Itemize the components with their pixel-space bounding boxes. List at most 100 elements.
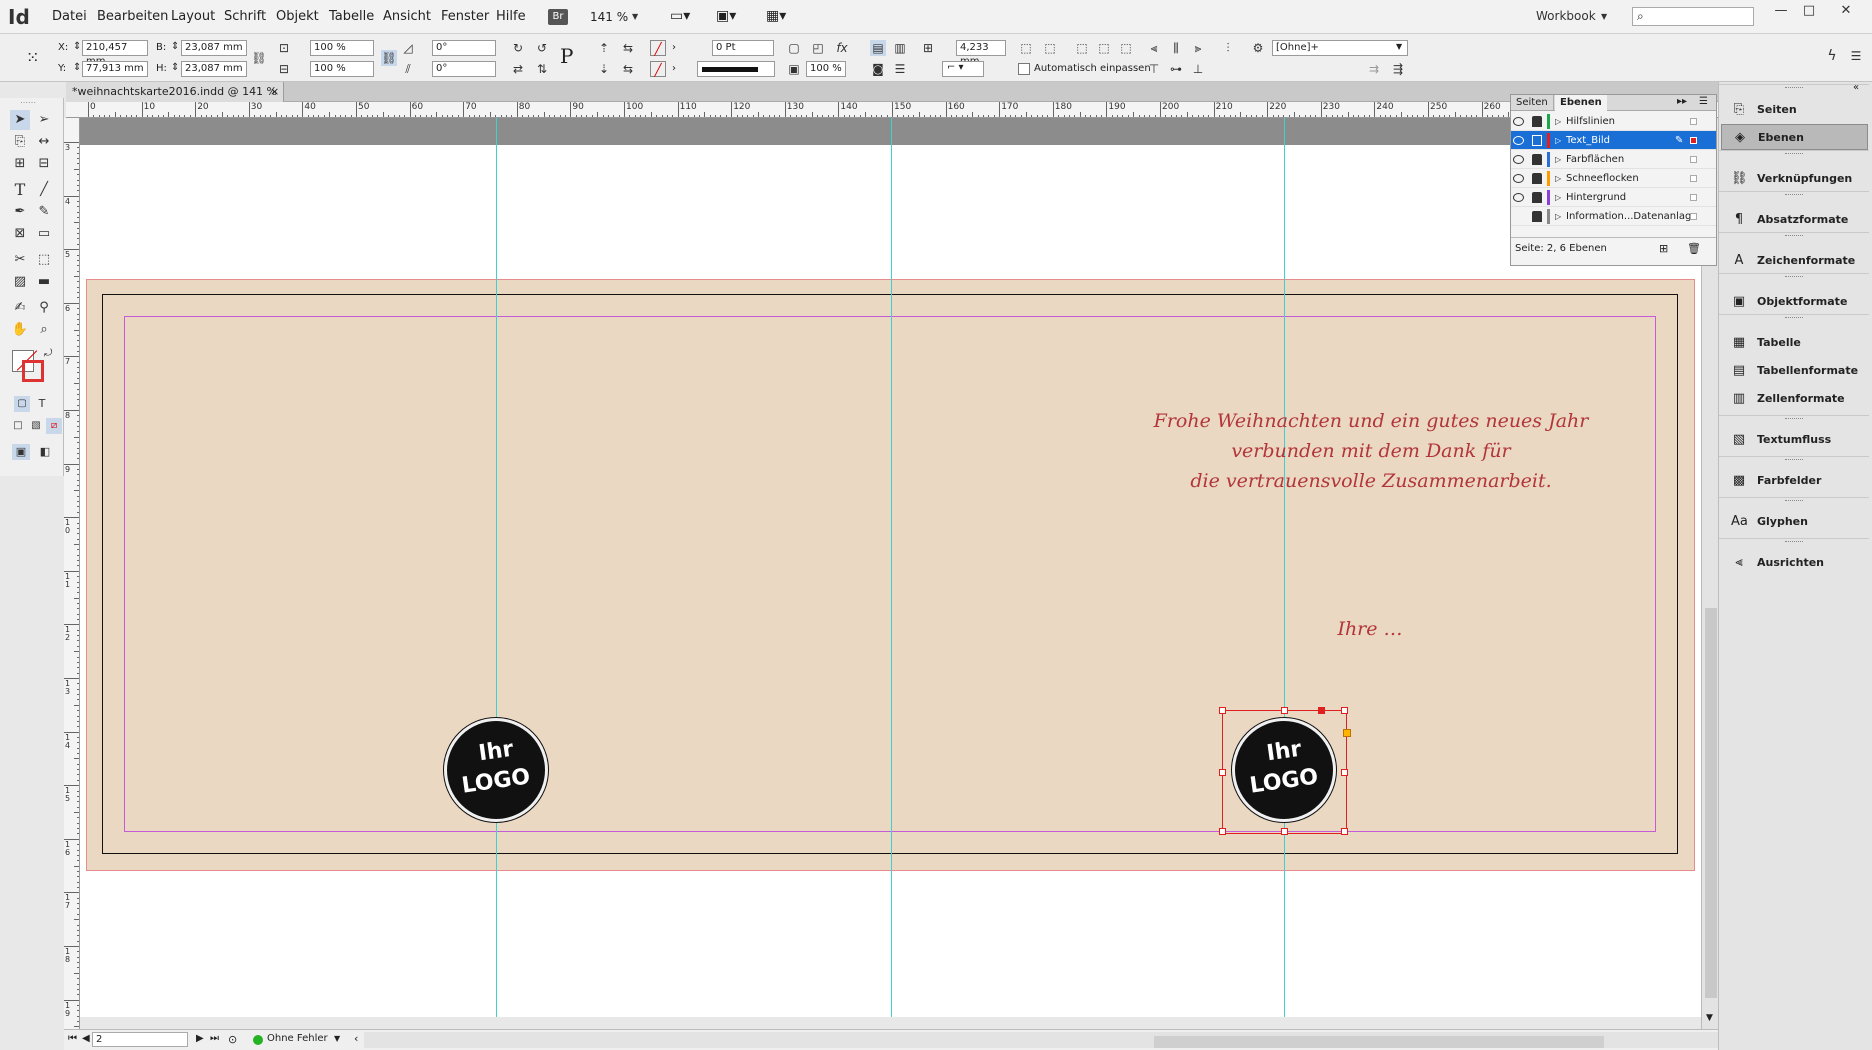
object-style-select[interactable]: [Ohne]+	[1272, 40, 1408, 56]
preflight-icon[interactable]: ⊙	[228, 1033, 237, 1046]
view-options-icon[interactable]: ▭▾	[670, 8, 690, 24]
formatting-container-icon[interactable]: ▢	[14, 396, 30, 412]
layer-row[interactable]: ▷ Schneeflocken	[1511, 169, 1716, 188]
layer-selection-indicator[interactable]	[1690, 175, 1697, 182]
x-field[interactable]: 210,457 mm	[82, 40, 148, 67]
layer-selection-indicator[interactable]	[1690, 213, 1697, 220]
stroke-swatch-icon[interactable]: ╱	[650, 61, 666, 77]
drop-shadow-icon[interactable]: ▢	[786, 40, 802, 56]
text-wrap-jump-icon[interactable]: ☰	[892, 61, 908, 77]
select-previous-icon[interactable]: ⇆	[620, 40, 636, 56]
panel-group-grip[interactable]	[1719, 84, 1869, 90]
reference-point-icon[interactable]: ⁙	[26, 48, 39, 67]
resize-handle[interactable]	[1219, 707, 1226, 714]
opacity-field[interactable]: 100 %	[806, 61, 846, 77]
align-right-icon[interactable]: ⫸	[1190, 40, 1206, 56]
link-scale-icon[interactable]: ⛓	[381, 50, 397, 66]
align-left-icon[interactable]: ⫷	[1146, 40, 1162, 56]
rotate-cw-icon[interactable]: ↻	[510, 40, 526, 56]
page-number-field[interactable]: 2	[92, 1032, 188, 1047]
fit-frame-icon[interactable]: ⬚	[1042, 40, 1058, 56]
workspace-switcher[interactable]: Workbook	[1536, 9, 1596, 23]
horizontal-scrollbar[interactable]	[364, 1032, 1734, 1048]
last-page-icon[interactable]: ⏭	[210, 1033, 219, 1044]
align-middle-icon[interactable]: ⊶	[1168, 61, 1184, 77]
paragraph-icon[interactable]: P	[560, 44, 573, 68]
menu-fenster[interactable]: Fenster	[441, 9, 489, 24]
height-field[interactable]: 23,087 mm	[181, 61, 247, 77]
swap-colors-icon[interactable]: ⤾	[44, 348, 52, 359]
resize-handle[interactable]	[1341, 707, 1348, 714]
panel-button-zeichenformate[interactable]: A Zeichenformate	[1721, 248, 1868, 274]
tab-ebenen[interactable]: Ebenen	[1555, 95, 1607, 111]
layer-row[interactable]: ▷ Information...Datenanlage	[1511, 207, 1716, 226]
select-next-icon[interactable]: ⇆	[620, 61, 636, 77]
rectangle-frame-tool-icon[interactable]: ⊠	[10, 224, 30, 244]
chevron-down-icon[interactable]: ▼	[1706, 1013, 1713, 1023]
menu-ansicht[interactable]: Ansicht	[383, 9, 431, 24]
logo-placeholder-left[interactable]: Ihr LOGO	[444, 718, 548, 822]
type-tool-icon[interactable]: T	[10, 180, 30, 200]
apply-color-icon[interactable]: □	[10, 418, 26, 434]
search-input[interactable]: ⌕	[1632, 7, 1754, 26]
column-guide[interactable]	[496, 118, 497, 1017]
resize-handle[interactable]	[1341, 769, 1348, 776]
first-page-icon[interactable]: ⏮	[68, 1033, 77, 1044]
close-icon[interactable]: ×	[270, 82, 279, 102]
eye-icon[interactable]	[1513, 174, 1524, 183]
lock-icon[interactable]	[1532, 192, 1542, 203]
page-tool-icon[interactable]: ⎘	[10, 132, 30, 152]
expand-triangle-icon[interactable]: ▷	[1555, 112, 1561, 131]
resize-handle[interactable]	[1219, 828, 1226, 835]
lock-icon[interactable]	[1532, 154, 1542, 165]
close-button[interactable]: ✕	[1828, 2, 1864, 20]
selection-bounding-box[interactable]	[1219, 707, 1351, 835]
note-tool-icon[interactable]: ✍	[10, 298, 30, 318]
chevron-right-icon[interactable]: ›	[672, 63, 676, 74]
expand-triangle-icon[interactable]: ▷	[1555, 150, 1561, 169]
selection-tool-icon[interactable]: ➤	[10, 110, 30, 130]
expand-triangle-icon[interactable]: ▷	[1555, 207, 1561, 226]
fill-swatch-icon[interactable]: ╱	[650, 40, 666, 56]
lock-icon[interactable]	[1532, 116, 1542, 127]
panel-button-zellenformate[interactable]: ▥ Zellenformate	[1721, 386, 1868, 412]
column-guide[interactable]	[1284, 118, 1285, 1017]
corner-options-handle[interactable]	[1318, 707, 1325, 714]
text-wrap-none-icon[interactable]: ▤	[870, 40, 886, 56]
rotate-field[interactable]: 0°	[432, 40, 496, 56]
panel-button-tabellenformate[interactable]: ▤ Tabellenformate	[1721, 358, 1868, 384]
horizontal-ruler[interactable]: 0 10 20 30 40 50 60 70 80 90 100 110 120 130 140 150 160…	[66, 102, 1720, 118]
object-style-icon[interactable]: ⚙	[1250, 40, 1266, 56]
stroke-color-icon[interactable]	[22, 360, 44, 382]
layer-row[interactable]: ▷ Farbflächen	[1511, 150, 1716, 169]
expand-triangle-icon[interactable]: ▷	[1555, 169, 1561, 188]
signature-text[interactable]: Ihre …	[1260, 618, 1480, 640]
next-page-icon[interactable]: ▶	[196, 1033, 204, 1044]
resize-handle[interactable]	[1281, 707, 1288, 714]
panel-button-tabelle[interactable]: ▦ Tabelle	[1721, 330, 1868, 356]
tab-seiten[interactable]: Seiten	[1511, 95, 1554, 111]
content-placer-icon[interactable]: ⊟	[34, 154, 54, 174]
zoom-level[interactable]: 141 %	[590, 10, 628, 24]
apply-gradient-icon[interactable]: ▧	[28, 418, 44, 434]
panel-button-ebenen[interactable]: ◈ Ebenen	[1721, 124, 1868, 150]
eye-hidden-icon[interactable]	[1513, 212, 1524, 221]
panel-button-verknüpfungen[interactable]: ⛓ Verknüpfungen	[1721, 166, 1868, 192]
layer-selection-indicator[interactable]	[1690, 156, 1697, 163]
chevron-down-icon[interactable]: ▼	[1601, 12, 1607, 21]
bridge-button[interactable]: Br	[548, 9, 568, 25]
chevron-down-icon[interactable]: ▼	[632, 12, 638, 21]
vertical-ruler[interactable]: 34567891011121314151617181920	[64, 118, 80, 1029]
previous-page-icon[interactable]: ◀	[82, 1033, 90, 1044]
menu-layout[interactable]: Layout	[171, 9, 215, 24]
layer-row[interactable]: ▷ Hintergrund	[1511, 188, 1716, 207]
corner-shape-select[interactable]: ⌐ ▾	[942, 61, 984, 77]
fit-content-icon[interactable]: ⬚	[1018, 40, 1034, 56]
eye-icon[interactable]	[1513, 193, 1524, 202]
zoom-tool-icon[interactable]: ⌕	[34, 320, 54, 340]
stepper-icon[interactable]: ⇕	[73, 41, 81, 52]
panel-button-seiten[interactable]: ⎘ Seiten	[1721, 97, 1868, 123]
eyedropper-tool-icon[interactable]: ⚲	[34, 298, 54, 318]
align-bottom-icon[interactable]: ⊥	[1190, 61, 1206, 77]
normal-view-icon[interactable]: ▣	[12, 444, 30, 460]
